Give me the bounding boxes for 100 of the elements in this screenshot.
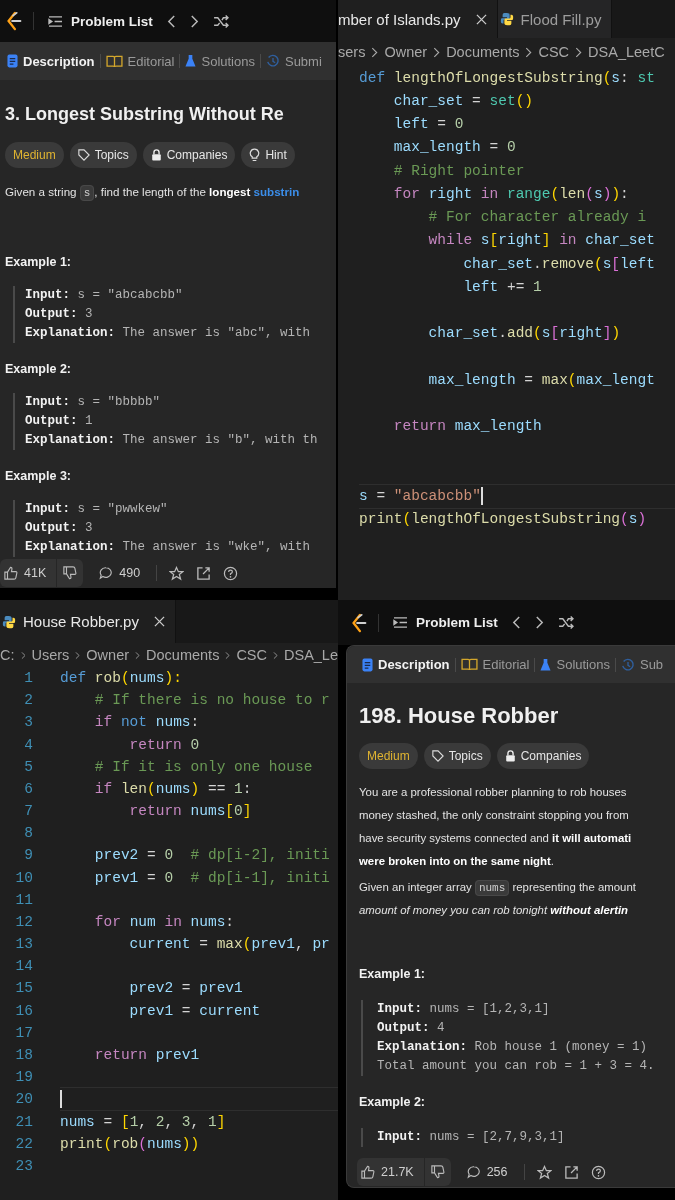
code-line: # If there is no house to r [93, 691, 331, 711]
line-number: 21 [14, 1113, 33, 1130]
speech-bubble-icon [466, 1165, 481, 1179]
file-tab[interactable]: House Robber.py [0, 600, 176, 643]
breadcrumb-item[interactable]: C: [0, 647, 15, 663]
text-cursor [480, 487, 483, 506]
help-icon[interactable] [590, 1164, 606, 1180]
star-icon[interactable] [169, 565, 185, 581]
line-number: 19 [14, 1069, 33, 1086]
breadcrumb-item[interactable]: CSC [538, 44, 570, 60]
code-line: print(rob(nums)) [60, 1134, 201, 1154]
description-tab[interactable]: Description [357, 657, 455, 672]
chevron-left-icon[interactable] [166, 13, 176, 29]
lock-icon [150, 149, 162, 161]
code-line: max_length = max(max_lengt [427, 370, 656, 390]
comments-button[interactable]: 256 [462, 1165, 512, 1179]
line-number: 22 [14, 1135, 33, 1152]
code-line: char_set.add(s[right]) [427, 324, 622, 344]
chevron-left-icon[interactable] [511, 615, 521, 630]
star-icon[interactable] [536, 1164, 552, 1180]
solutions-tab[interactable]: Solutions [180, 53, 260, 69]
history-icon [620, 657, 635, 672]
example-line: Input: s = "abcabcbb" [25, 287, 184, 304]
companies-tag[interactable]: Companies [142, 142, 236, 168]
line-number: 14 [14, 958, 33, 975]
python-icon [2, 614, 16, 629]
close-icon[interactable] [475, 13, 487, 25]
close-icon[interactable] [153, 616, 165, 627]
logo-icon[interactable] [350, 612, 368, 633]
topics-tag[interactable]: Topics [423, 743, 491, 769]
example-line: Output: 3 [25, 306, 94, 323]
share-icon[interactable] [563, 1164, 579, 1180]
line-number: 8 [23, 825, 33, 842]
line-number: 11 [14, 891, 33, 908]
breadcrumb-item[interactable]: Users [31, 647, 70, 663]
logo-icon[interactable] [5, 11, 23, 31]
list-icon [393, 616, 408, 629]
substring-link[interactable]: substrin [253, 185, 300, 198]
code-line: nums = [1, 2, 3, 1] [60, 1112, 227, 1132]
thumbs-up-icon [4, 566, 18, 580]
breadcrumb-item[interactable]: DSA_Le [284, 647, 338, 663]
example-heading: Example 2: [5, 361, 72, 378]
thumbs-down-icon[interactable] [63, 566, 78, 580]
hint-tag[interactable]: Hint [241, 142, 295, 168]
share-icon[interactable] [196, 565, 212, 581]
code-line: # If it is only one house [93, 757, 314, 777]
problem-list-button[interactable]: Problem List [48, 13, 153, 29]
description-tab[interactable]: Description [2, 53, 100, 69]
code-line: return nums[0] [128, 802, 253, 822]
example-line: Explanation: Rob house 1 (money = 1) [377, 1039, 649, 1056]
editorial-tab[interactable]: Editorial [100, 53, 180, 69]
breadcrumb-item[interactable]: sers [338, 44, 366, 60]
line-number: 15 [14, 980, 33, 997]
file-tab[interactable]: mber of Islands.py [338, 0, 498, 38]
flask-icon [540, 657, 552, 672]
chevron-right-icon [273, 649, 278, 661]
line-number: 18 [14, 1047, 33, 1063]
shuffle-icon[interactable] [212, 14, 230, 28]
difficulty-badge: Medium [5, 142, 64, 168]
code-line: def rob(nums): [60, 669, 183, 689]
code-line: return max_length [392, 417, 543, 437]
chevron-right-icon [575, 46, 583, 58]
breadcrumb-item[interactable]: Documents [146, 647, 220, 663]
comments-button[interactable]: 490 [95, 566, 145, 580]
chevron-right-icon[interactable] [534, 615, 544, 630]
code-line: char_set.remove(s[left [462, 254, 656, 274]
example-line: Output: 1 [25, 413, 94, 430]
breadcrumb-item[interactable]: Owner [86, 647, 130, 663]
document-icon [362, 657, 373, 672]
line-number: 10 [14, 869, 33, 886]
chevron-right-icon[interactable] [189, 13, 199, 29]
line-number: 2 [23, 692, 33, 709]
breadcrumb-item[interactable]: DSA_LeetC [588, 44, 665, 60]
solutions-tab[interactable]: Solutions [535, 657, 615, 672]
code-line: char_set = set() [392, 91, 535, 111]
example-line: Input: nums = [2,7,9,3,1] [377, 1128, 566, 1146]
speech-bubble-icon [99, 566, 114, 580]
shuffle-icon[interactable] [557, 616, 575, 629]
example-heading: Example 1: [5, 254, 72, 271]
code-line: # For character already i [427, 208, 648, 228]
breadcrumb-item[interactable]: CSC [236, 647, 267, 663]
topics-tag[interactable]: Topics [69, 142, 137, 168]
code-line: for right in range(len(s)): [392, 184, 630, 204]
example-line: Explanation: The answer is "abc", with [25, 325, 312, 342]
chevron-right-icon [371, 46, 379, 58]
submissions-tab[interactable]: Submi [260, 53, 327, 69]
description-text: You are a professional robber planning to rob houses money stashed, the only constraint stopping you from have security systems connected and it will automati were broken into on the same night. [359, 785, 633, 869]
breadcrumb-item[interactable]: Owner [384, 44, 428, 60]
code-line: left = 0 [392, 115, 465, 135]
current-code-line: s = "abcabcbb" [359, 483, 675, 509]
breadcrumb-item[interactable]: Documents [446, 44, 520, 60]
help-icon[interactable] [223, 565, 239, 581]
file-tab[interactable]: Flood Fill.py [497, 0, 613, 38]
submissions-tab[interactable]: Sub [615, 657, 669, 672]
code-line: if len(nums) == 1: [93, 779, 253, 799]
editorial-tab[interactable]: Editorial [455, 657, 535, 672]
example-line: Total amount you can rob = 1 + 3 = 4. [377, 1058, 656, 1075]
thumbs-down-icon[interactable] [430, 1165, 445, 1179]
problem-list-button[interactable]: Problem List [393, 615, 498, 630]
companies-tag[interactable]: Companies [496, 743, 590, 769]
